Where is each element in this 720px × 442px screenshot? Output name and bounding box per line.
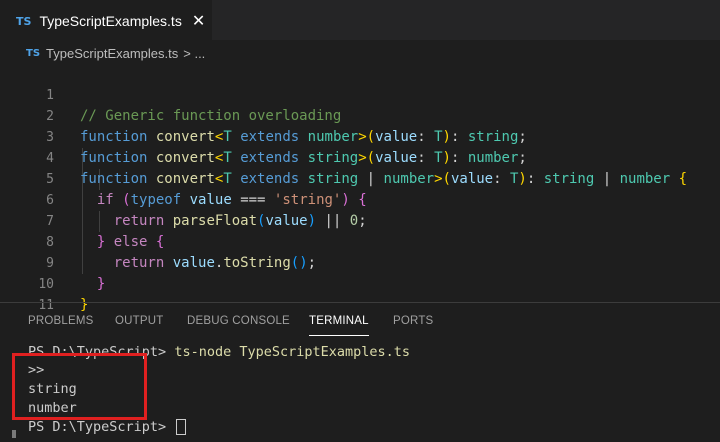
code-line-10: 10 } <box>0 253 720 313</box>
breadcrumb: TS TypeScriptExamples.ts > ... <box>0 40 720 66</box>
terminal-cursor <box>176 419 187 435</box>
tab-debug-console[interactable]: DEBUG CONSOLE <box>187 315 290 327</box>
code-line-7: 7 } else { <box>0 190 720 250</box>
terminal-line: PS D:\TypeScript> <box>28 417 187 437</box>
panel-tab-bar: PROBLEMS OUTPUT DEBUG CONSOLE TERMINAL P… <box>0 303 720 339</box>
code-line-3: 3 function convert<T extends string>(val… <box>0 106 720 166</box>
code-line-9: 9 } <box>0 232 720 292</box>
code-line-11: 11 <box>0 274 720 313</box>
code-line-2: 2 function convert<T extends number>(val… <box>0 85 720 145</box>
breadcrumb-more[interactable]: > ... <box>183 46 205 61</box>
close-icon[interactable]: ✕ <box>192 11 205 31</box>
tab-problems[interactable]: PROBLEMS <box>28 315 94 327</box>
tab-output[interactable]: OUTPUT <box>115 315 163 327</box>
tab-ports[interactable]: PORTS <box>393 315 433 327</box>
terminal-decoration <box>12 430 16 438</box>
breadcrumb-file[interactable]: TypeScriptExamples.ts <box>46 46 178 61</box>
terminal-command: ts-node TypeScriptExamples.ts <box>174 344 411 360</box>
code-line-1: 1 // Generic function overloading <box>0 64 720 124</box>
code-line-4: 4 function convert<T extends string | nu… <box>0 127 720 187</box>
tab-label: TypeScriptExamples.ts <box>39 13 182 29</box>
editor-tab-bar: TS TypeScriptExamples.ts ✕ <box>0 0 720 40</box>
code-editor[interactable]: 1 // Generic function overloading 2 func… <box>0 64 720 313</box>
code-line-6: 6 return parseFloat(value) || 0; <box>0 169 720 229</box>
active-tab-underline <box>309 335 369 336</box>
typescript-file-icon: TS <box>16 14 32 28</box>
output-highlight-box <box>12 353 147 420</box>
tab-typescriptexamples[interactable]: TS TypeScriptExamples.ts ✕ <box>0 0 212 40</box>
code-line-5: 5 if (typeof value === 'string') { <box>0 148 720 208</box>
typescript-file-icon: TS <box>26 47 41 59</box>
terminal-prompt: PS D:\TypeScript> <box>28 419 175 435</box>
code-line-8: 8 return value.toString(); <box>0 211 720 271</box>
tab-terminal[interactable]: TERMINAL <box>309 315 369 327</box>
